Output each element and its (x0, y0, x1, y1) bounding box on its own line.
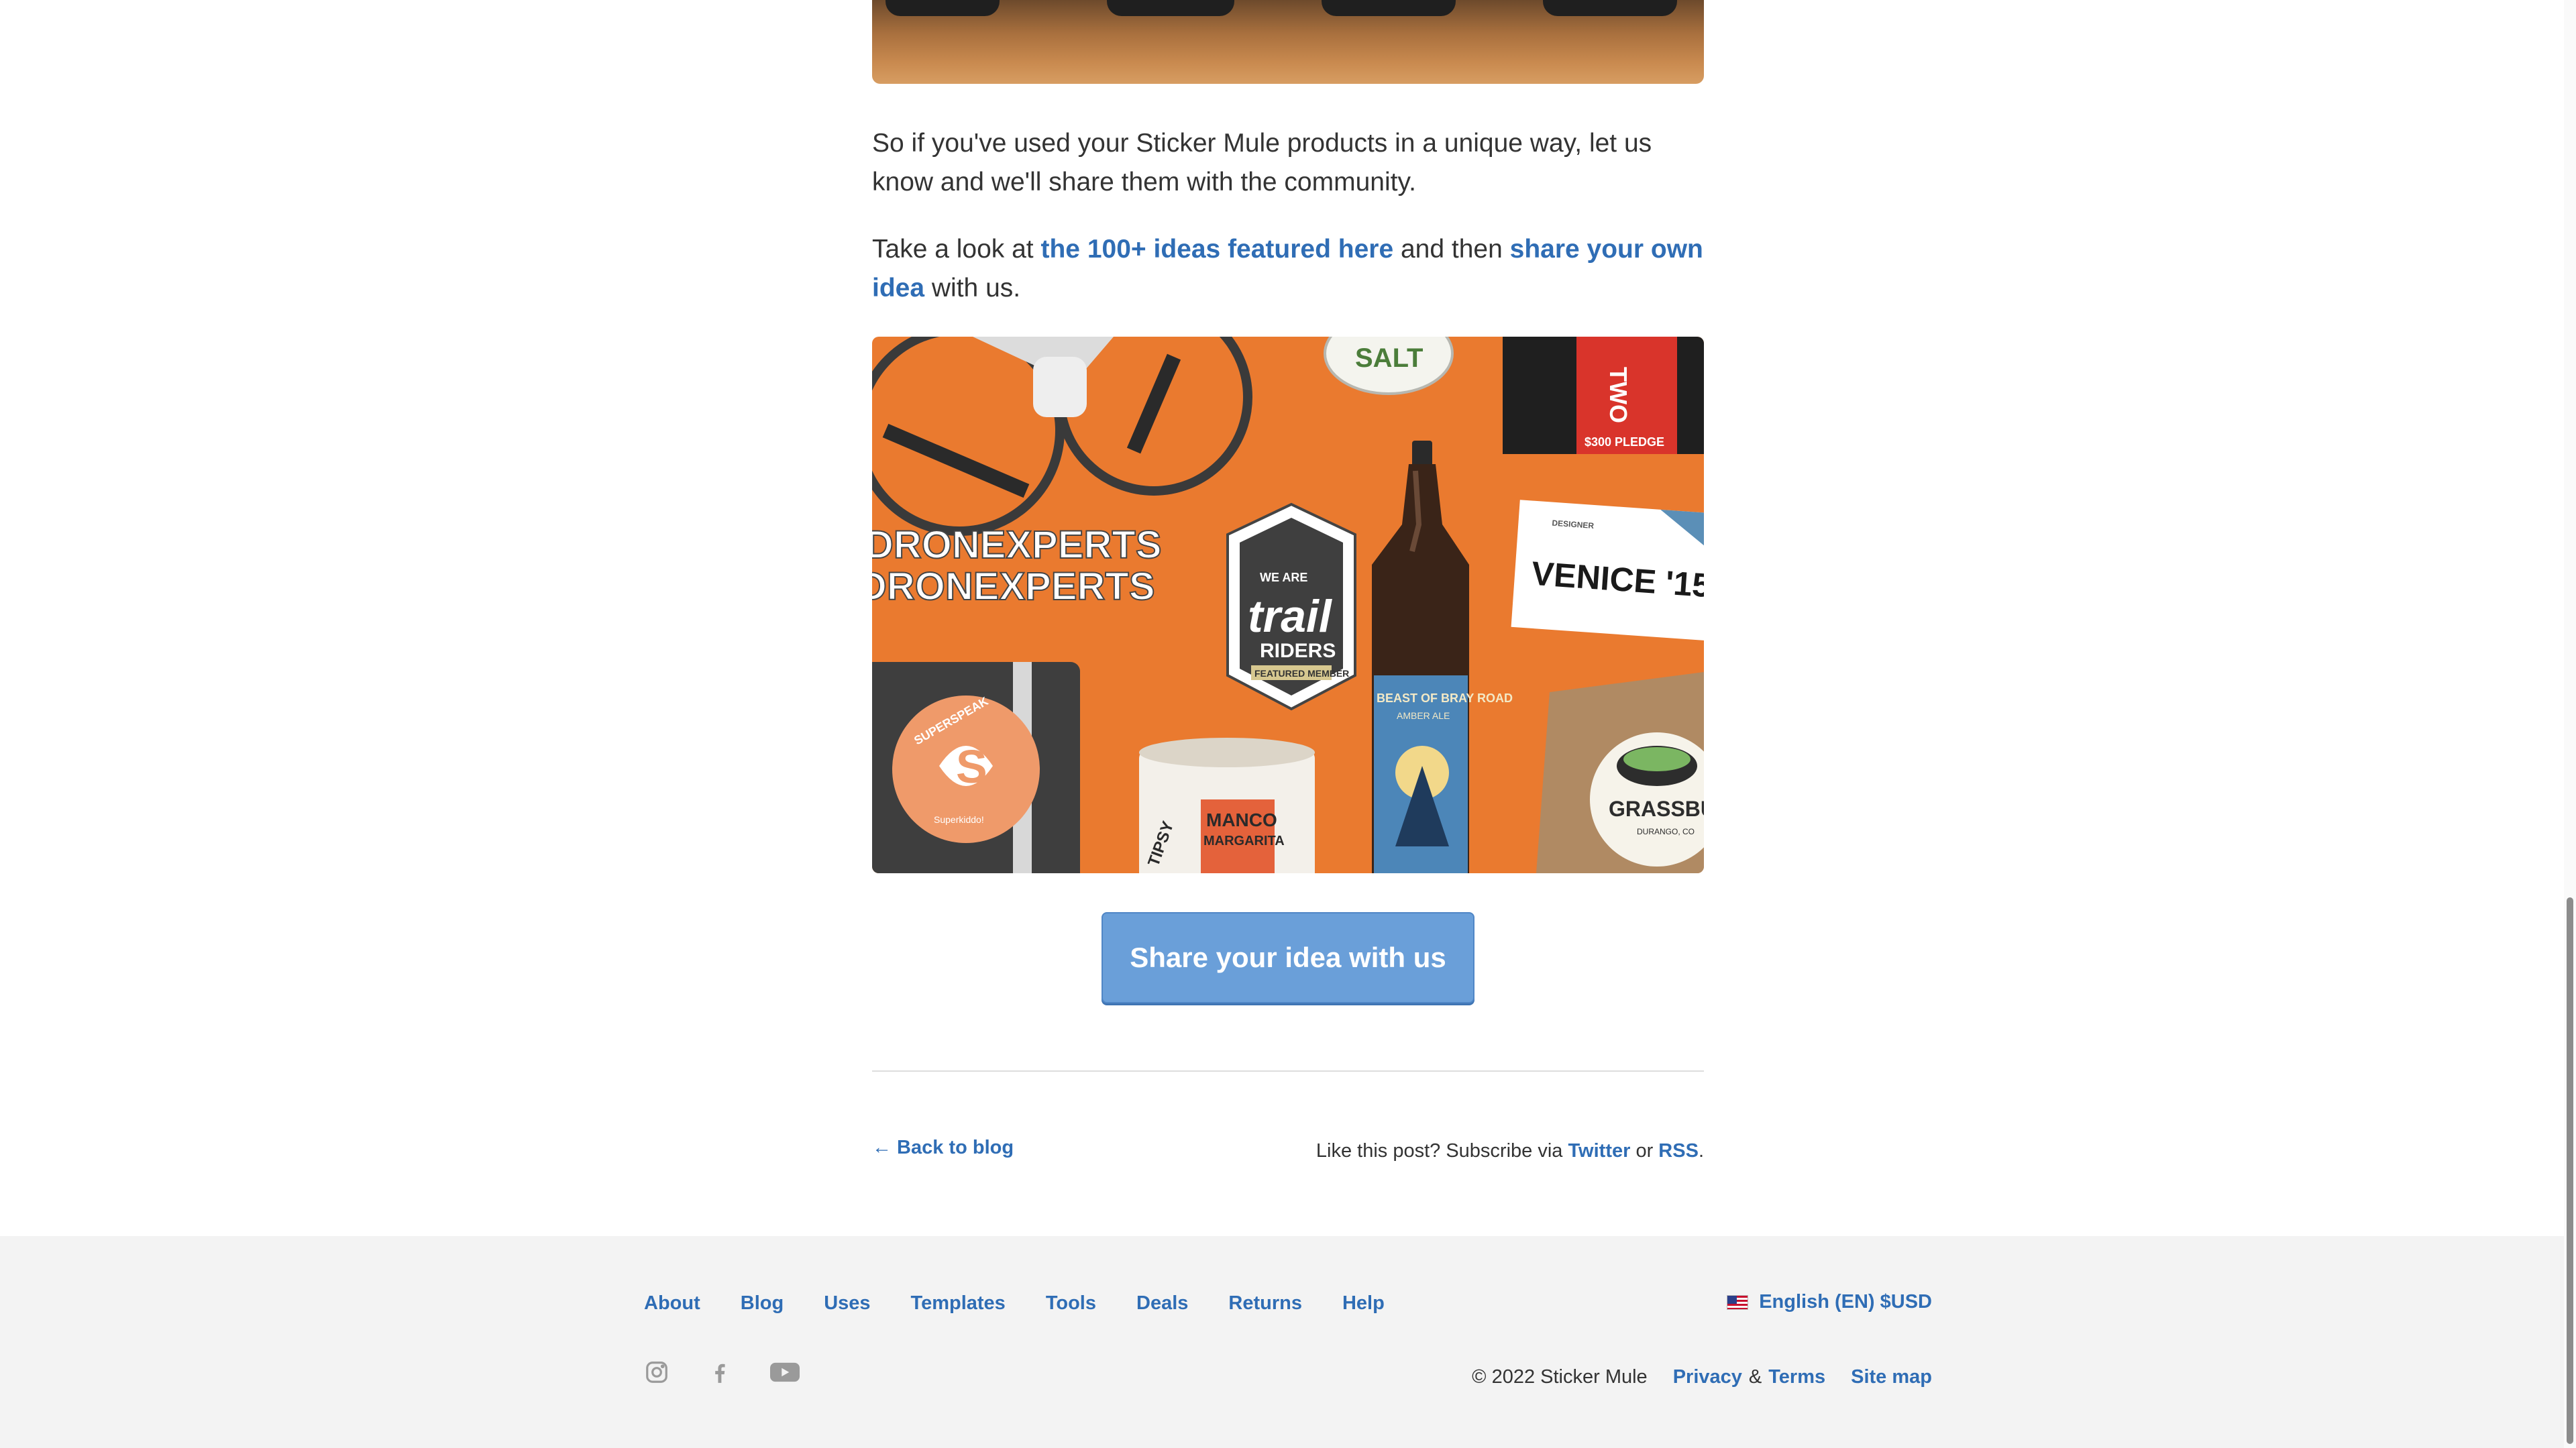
footer-link-templates[interactable]: Templates (911, 1292, 1006, 1315)
grassburger-box: GRASSBURGER DURANGO, CO (1536, 672, 1704, 873)
svg-text:AMBER ALE: AMBER ALE (1397, 710, 1450, 721)
svg-text:DRONEXPERTS: DRONEXPERTS (872, 565, 1155, 608)
collage-illustration: DRONEXPERTS DRONEXPERTS SALT TWO $300 PL… (872, 337, 1704, 873)
legal-links: © 2022 Sticker Mule Privacy & Terms Site… (1472, 1366, 1932, 1388)
article-paragraph: So if you've used your Sticker Mule prod… (872, 129, 1652, 197)
youtube-icon[interactable] (770, 1359, 800, 1385)
svg-text:BEAST OF BRAY ROAD: BEAST OF BRAY ROAD (1377, 691, 1513, 705)
footer-link-uses[interactable]: Uses (824, 1292, 870, 1315)
scrollbar-thumb[interactable] (2567, 897, 2573, 1444)
us-flag-icon (1727, 1294, 1749, 1310)
terms-link[interactable]: Terms (1768, 1366, 1825, 1388)
twitter-link[interactable]: Twitter (1568, 1140, 1630, 1162)
share-idea-button[interactable]: Share your idea with us (1102, 912, 1474, 1003)
footer-link-help[interactable]: Help (1342, 1292, 1385, 1315)
facebook-icon[interactable] (707, 1359, 733, 1385)
trail-riders-sticker: WE ARE trail RIDERS FEATURED MEMBER (1226, 502, 1356, 711)
footer-link-blog[interactable]: Blog (741, 1292, 784, 1315)
sitemap-link[interactable]: Site map (1851, 1366, 1932, 1388)
footer-link-about[interactable]: About (644, 1292, 700, 1315)
sticker-collage-image: DRONEXPERTS DRONEXPERTS SALT TWO $300 PL… (872, 337, 1704, 873)
paragraph-text: Take a look at (872, 235, 1041, 264)
drone-illustration (872, 337, 1252, 536)
featured-ideas-link[interactable]: the 100+ ideas featured here (1040, 235, 1393, 264)
svg-text:SALT: SALT (1355, 343, 1423, 373)
back-to-blog-link[interactable]: ← Back to blog (872, 1137, 1014, 1159)
svg-text:WE ARE: WE ARE (1260, 571, 1307, 584)
footer-link-returns[interactable]: Returns (1228, 1292, 1302, 1315)
svg-text:trail: trail (1248, 591, 1333, 642)
svg-text:S: S (956, 740, 987, 793)
svg-text:FEATURED MEMBER: FEATURED MEMBER (1254, 668, 1349, 679)
site-footer: About Blog Uses Templates Tools Deals Re… (0, 1236, 2576, 1448)
svg-text:$300 PLEDGE: $300 PLEDGE (1585, 435, 1664, 449)
svg-text:GRASSBURGER: GRASSBURGER (1609, 797, 1704, 821)
hero-image-bottom (872, 0, 1704, 84)
svg-text:DURANGO, CO: DURANGO, CO (1637, 827, 1695, 836)
rss-link[interactable]: RSS (1658, 1140, 1699, 1162)
subscribe-text: Like this post? Subscribe via Twitter or… (1316, 1140, 1704, 1162)
subscribe-or: or (1630, 1140, 1659, 1162)
copyright-text: © 2022 Sticker Mule (1472, 1366, 1648, 1388)
social-links (644, 1359, 800, 1385)
subscribe-suffix: . (1698, 1140, 1704, 1162)
notebook: SUPERSPEAK S Superkiddo! (872, 662, 1080, 873)
ampersand: & (1748, 1366, 1762, 1388)
paragraph-text: with us. (924, 274, 1021, 302)
svg-text:RIDERS: RIDERS (1260, 640, 1336, 662)
svg-text:DRONEXPERTS: DRONEXPERTS (872, 523, 1162, 567)
svg-text:Superkiddo!: Superkiddo! (934, 814, 984, 825)
footer-link-deals[interactable]: Deals (1136, 1292, 1188, 1315)
language-selector[interactable]: English (EN) $USD (1727, 1291, 1932, 1313)
svg-text:MANCO: MANCO (1206, 810, 1277, 830)
privacy-link[interactable]: Privacy (1673, 1366, 1742, 1388)
svg-text:MARGARITA: MARGARITA (1203, 834, 1285, 848)
paragraph-text: and then (1393, 235, 1510, 264)
svg-text:TWO: TWO (1605, 367, 1632, 423)
subscribe-prefix: Like this post? Subscribe via (1316, 1140, 1568, 1162)
footer-link-tools[interactable]: Tools (1046, 1292, 1096, 1315)
scrollbar-track[interactable] (2564, 0, 2576, 1448)
beer-bottle: BEAST OF BRAY ROAD AMBER ALE (1372, 441, 1513, 873)
jar: MANCO MARGARITA TIPSY (1139, 738, 1315, 873)
article-paragraph-links: Take a look at the 100+ ideas featured h… (872, 230, 1704, 308)
instagram-icon[interactable] (644, 1359, 669, 1385)
language-label: English (EN) $USD (1759, 1291, 1932, 1313)
footer-nav: About Blog Uses Templates Tools Deals Re… (644, 1292, 1425, 1315)
content-divider (872, 1070, 1704, 1072)
